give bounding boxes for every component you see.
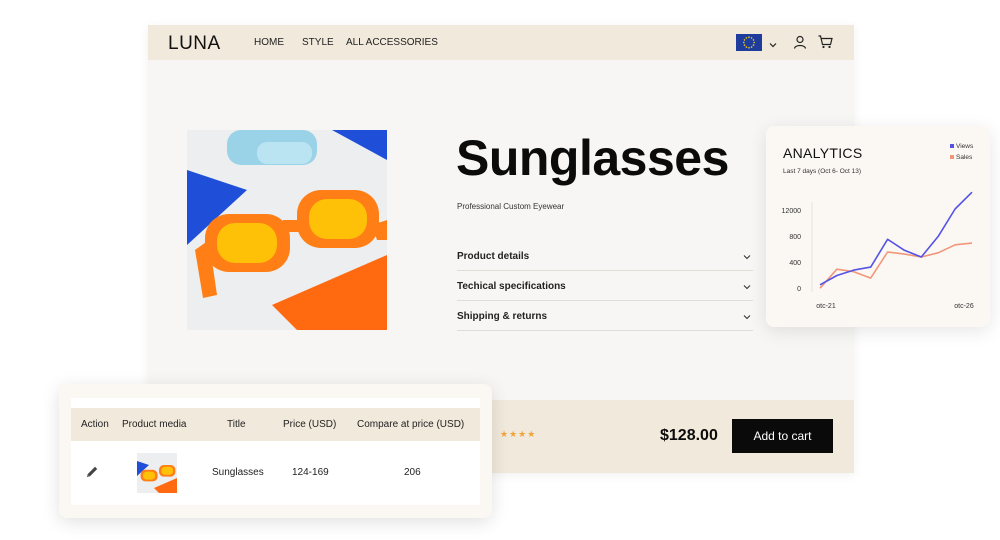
series-line-sales	[819, 242, 973, 289]
table-header-row: Action Product media Title Price (USD) C…	[71, 408, 480, 441]
product-table-card: Action Product media Title Price (USD) C…	[59, 384, 492, 518]
chevron-down-icon	[743, 255, 751, 260]
accordion-label: Shipping & returns	[457, 311, 547, 322]
user-icon[interactable]	[793, 35, 807, 54]
header-action: Action	[81, 419, 109, 430]
pencil-icon[interactable]	[85, 465, 99, 484]
rating-stars: ★★★★	[500, 429, 537, 439]
cart-icon[interactable]	[818, 35, 833, 54]
header-product-media: Product media	[122, 419, 187, 430]
x-tick-label: otc-21	[816, 303, 836, 310]
accordion-shipping-returns[interactable]: Shipping & returns	[457, 301, 753, 331]
accordion-product-details[interactable]: Product details	[457, 241, 753, 271]
analytics-card: ANALYTICS Last 7 days (Oct 6- Oct 13) Vi…	[766, 126, 990, 327]
product-thumbnail	[137, 453, 177, 493]
store-logo[interactable]: LUNA	[168, 33, 221, 55]
nav-home[interactable]: HOME	[254, 37, 284, 48]
cell-price: 124-169	[292, 467, 329, 478]
header-title: Title	[227, 419, 246, 430]
header-price: Price (USD)	[283, 419, 337, 430]
y-tick-label: 800	[789, 234, 801, 241]
region-chevron-down-icon[interactable]	[768, 37, 778, 48]
header-compare-price: Compare at price (USD)	[357, 419, 465, 430]
nav-all-accessories[interactable]: ALL ACCESSORIES	[346, 37, 438, 48]
chevron-down-icon	[743, 315, 751, 320]
y-tick-label: 0	[797, 286, 801, 293]
eu-flag-icon[interactable]	[736, 34, 762, 51]
chevron-down-icon	[743, 285, 751, 290]
product-subtitle: Professional Custom Eyewear	[457, 202, 565, 211]
analytics-line-chart: 0 400 800 12000 otc-21 otc-26	[782, 191, 974, 310]
product-image	[187, 130, 387, 330]
accordion-label: Product details	[457, 251, 530, 262]
add-to-cart-button[interactable]: Add to cart	[732, 419, 833, 453]
table-row: Sunglasses 124-169 206	[71, 441, 480, 505]
product-price: $128.00	[660, 427, 718, 444]
nav-style[interactable]: STYLE	[302, 37, 334, 48]
series-line-views	[819, 191, 973, 286]
table-top-strip	[71, 398, 480, 408]
y-tick-label: 400	[789, 260, 801, 267]
y-tick-label: 12000	[782, 208, 802, 215]
product-title: Sunglasses	[456, 130, 729, 186]
top-nav: LUNA HOME STYLE ALL ACCESSORIES	[148, 25, 854, 60]
cell-title: Sunglasses	[212, 467, 264, 478]
accordion-technical-specifications[interactable]: Techical specifications	[457, 271, 753, 301]
page: LUNA HOME STYLE ALL ACCESSORIES Sunglass…	[0, 0, 1000, 540]
accordion-label: Techical specifications	[457, 281, 566, 292]
cell-compare-price: 206	[404, 467, 421, 478]
x-tick-label: otc-26	[954, 303, 974, 310]
